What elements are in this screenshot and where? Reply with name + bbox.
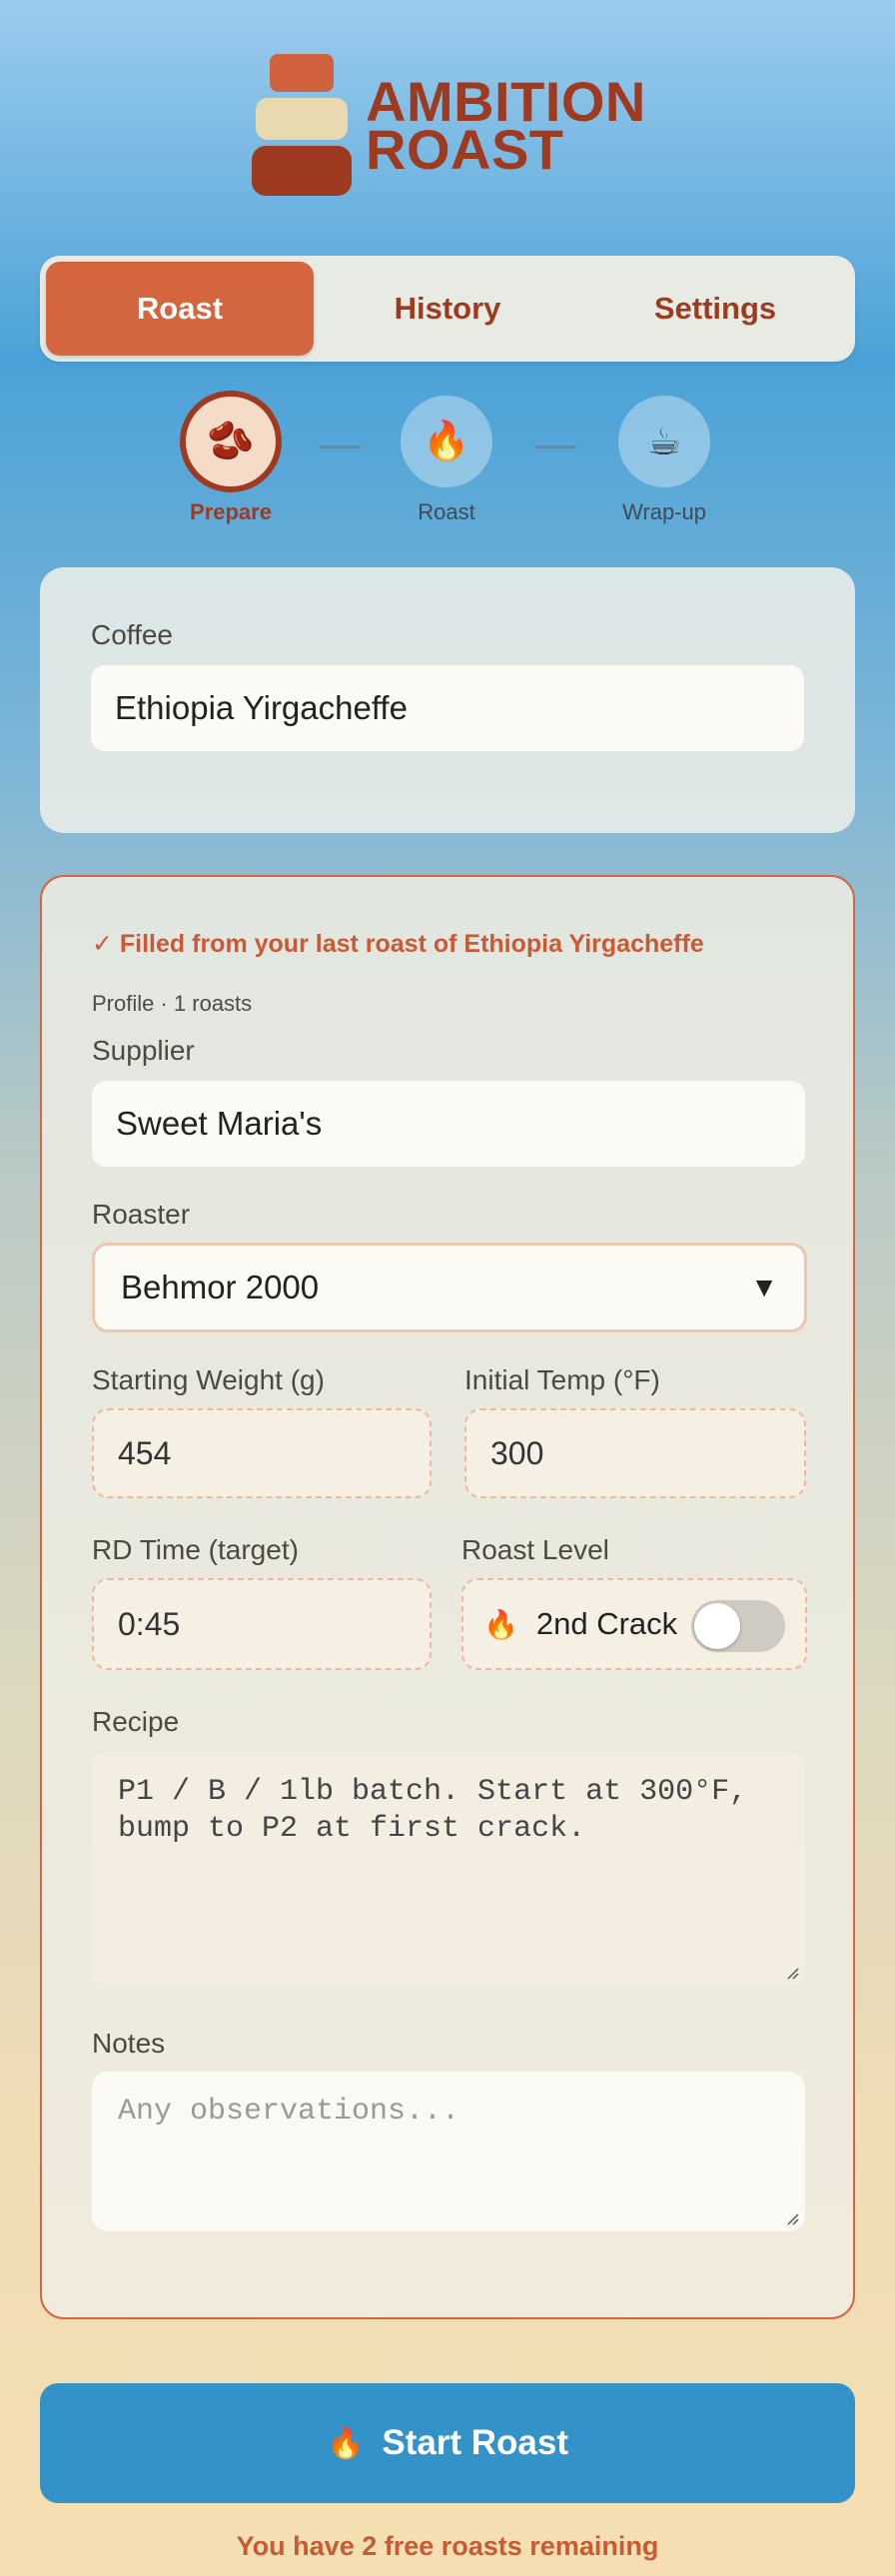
step-label: Roast	[418, 499, 475, 524]
fire-icon: 🔥	[401, 396, 492, 487]
coffee-bean-icon: 🫘	[180, 391, 282, 492]
rd-time-input[interactable]: 0:45	[92, 1578, 432, 1670]
roast-level-toggle[interactable]	[691, 1600, 785, 1652]
start-roast-button[interactable]: 🔥 Start Roast	[40, 2383, 855, 2503]
step-roast[interactable]: 🔥 Roast	[367, 396, 526, 525]
roaster-label: Roaster	[92, 1199, 191, 1230]
starting-weight-label: Starting Weight (g)	[92, 1364, 325, 1395]
initial-temp-input[interactable]: 300	[464, 1408, 806, 1498]
toggle-knob	[694, 1603, 740, 1649]
step-wrap-up[interactable]: ☕ Wrap-up	[584, 396, 744, 525]
coffee-label: Coffee	[91, 619, 173, 650]
roast-level-label: Roast Level	[461, 1534, 609, 1565]
step-connector	[534, 445, 576, 448]
app-logo: AMBITION ROAST	[250, 52, 669, 202]
step-connector	[319, 445, 361, 448]
roast-details-card: ✓ Filled from your last roast of Ethiopi…	[40, 875, 855, 2319]
start-roast-label: Start Roast	[382, 2423, 569, 2462]
coffee-input[interactable]: Ethiopia Yirgacheffe	[91, 665, 804, 751]
resize-handle-icon[interactable]	[783, 2209, 799, 2225]
logo-mark	[250, 52, 355, 202]
initial-temp-label: Initial Temp (°F)	[464, 1364, 660, 1395]
tab-roast[interactable]: Roast	[46, 262, 314, 356]
profile-note: Profile · 1 roasts	[92, 991, 253, 1016]
tab-settings[interactable]: Settings	[581, 262, 849, 356]
chevron-down-icon: ▼	[750, 1272, 778, 1302]
notes-textarea[interactable]: Any observations...	[92, 2072, 805, 2231]
fire-icon: 🔥	[483, 1608, 518, 1640]
supplier-label: Supplier	[92, 1035, 195, 1066]
recipe-label: Recipe	[92, 1706, 180, 1737]
step-prepare[interactable]: 🫘 Prepare	[151, 391, 311, 525]
roaster-select[interactable]: Behmor 2000 ▼	[92, 1243, 807, 1332]
main-tabs: Roast History Settings	[40, 256, 855, 362]
roast-level-control: 🔥 2nd Crack	[461, 1578, 807, 1670]
rd-time-label: RD Time (target)	[92, 1534, 299, 1565]
starting-weight-input[interactable]: 454	[92, 1408, 432, 1498]
recipe-text: P1 / B / 1lb batch. Start at 300°F, bump…	[118, 1775, 748, 1846]
progress-stepper: 🫘 Prepare 🔥 Roast ☕ Wrap-up	[0, 391, 895, 535]
tab-history[interactable]: History	[314, 262, 581, 356]
roaster-value: Behmor 2000	[121, 1269, 320, 1305]
recipe-textarea[interactable]: P1 / B / 1lb batch. Start at 300°F, bump…	[92, 1752, 805, 1986]
roast-level-value: 2nd Crack	[535, 1606, 678, 1641]
coffee-cup-icon: ☕	[618, 396, 710, 487]
notes-placeholder: Any observations...	[118, 2095, 460, 2129]
autofill-note: ✓ Filled from your last roast of Ethiopi…	[92, 930, 704, 958]
coffee-card: Coffee Ethiopia Yirgacheffe	[40, 567, 855, 833]
brand-wordmark: AMBITION ROAST	[366, 74, 646, 181]
step-label: Prepare	[190, 499, 272, 524]
supplier-input[interactable]: Sweet Maria's	[92, 1081, 805, 1167]
brand-line2: ROAST	[366, 118, 564, 181]
step-label: Wrap-up	[622, 499, 706, 524]
free-roasts-note: You have 2 free roasts remaining	[236, 2531, 659, 2561]
fire-icon: 🔥	[326, 2426, 365, 2460]
notes-label: Notes	[92, 2028, 166, 2059]
resize-handle-icon[interactable]	[783, 1964, 799, 1980]
